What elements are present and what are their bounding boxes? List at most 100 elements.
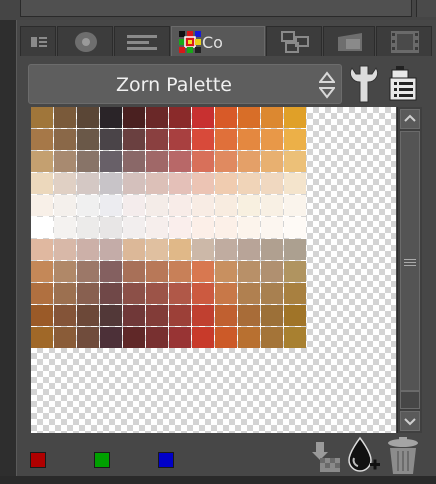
color-swatch[interactable]: [169, 173, 191, 194]
tab-tool-settings[interactable]: [57, 26, 113, 56]
color-swatch[interactable]: [31, 129, 53, 150]
color-swatch[interactable]: [100, 173, 122, 194]
tab-timeline[interactable]: [376, 26, 432, 56]
color-swatch[interactable]: [146, 327, 168, 348]
color-swatch[interactable]: [284, 239, 306, 260]
color-swatch[interactable]: [192, 129, 214, 150]
color-swatch[interactable]: [261, 151, 283, 172]
color-swatch[interactable]: [100, 195, 122, 216]
tab-material[interactable]: [323, 26, 375, 56]
color-swatch[interactable]: [54, 151, 76, 172]
color-swatch[interactable]: [192, 283, 214, 304]
color-swatch[interactable]: [77, 261, 99, 282]
color-swatch[interactable]: [123, 129, 145, 150]
color-swatch[interactable]: [31, 239, 53, 260]
color-swatch[interactable]: [261, 173, 283, 194]
color-swatch[interactable]: [31, 151, 53, 172]
color-swatch[interactable]: [123, 107, 145, 128]
tab-layer-property[interactable]: [20, 26, 56, 56]
color-swatch[interactable]: [77, 327, 99, 348]
color-swatch[interactable]: [169, 239, 191, 260]
color-swatch[interactable]: [123, 261, 145, 282]
color-swatch[interactable]: [284, 173, 306, 194]
color-swatch[interactable]: [261, 261, 283, 282]
color-swatch[interactable]: [54, 261, 76, 282]
color-swatch[interactable]: [169, 305, 191, 326]
color-swatch[interactable]: [123, 217, 145, 238]
blue-chip[interactable]: [158, 452, 174, 468]
color-swatch[interactable]: [77, 151, 99, 172]
color-swatch[interactable]: [123, 327, 145, 348]
color-swatch[interactable]: [192, 107, 214, 128]
color-swatch[interactable]: [238, 261, 260, 282]
green-chip[interactable]: [94, 452, 110, 468]
color-swatch[interactable]: [261, 129, 283, 150]
scroll-up-button[interactable]: [400, 109, 420, 129]
color-swatch[interactable]: [123, 305, 145, 326]
color-swatch[interactable]: [284, 305, 306, 326]
color-swatch[interactable]: [54, 107, 76, 128]
color-swatch[interactable]: [123, 173, 145, 194]
color-swatch[interactable]: [146, 195, 168, 216]
color-swatch[interactable]: [192, 173, 214, 194]
color-swatch[interactable]: [215, 239, 237, 260]
color-swatch[interactable]: [169, 129, 191, 150]
color-swatch[interactable]: [54, 327, 76, 348]
color-swatch[interactable]: [238, 305, 260, 326]
color-swatch[interactable]: [146, 217, 168, 238]
color-swatch[interactable]: [284, 151, 306, 172]
color-swatch[interactable]: [192, 261, 214, 282]
color-swatch[interactable]: [54, 305, 76, 326]
add-drop-color-icon[interactable]: [346, 436, 382, 476]
color-swatch[interactable]: [238, 217, 260, 238]
tab-layer[interactable]: [266, 26, 322, 56]
color-swatch[interactable]: [215, 129, 237, 150]
color-swatch[interactable]: [31, 217, 53, 238]
tab-navigator[interactable]: [114, 26, 170, 56]
color-swatch[interactable]: [169, 261, 191, 282]
color-swatch[interactable]: [238, 151, 260, 172]
color-swatch[interactable]: [169, 107, 191, 128]
color-swatch[interactable]: [54, 173, 76, 194]
color-swatch[interactable]: [31, 261, 53, 282]
color-swatch[interactable]: [146, 173, 168, 194]
color-swatch[interactable]: [261, 327, 283, 348]
scroll-thumb[interactable]: [400, 131, 420, 391]
color-swatch[interactable]: [77, 217, 99, 238]
trash-icon[interactable]: [386, 436, 420, 476]
color-swatch[interactable]: [215, 327, 237, 348]
color-swatch[interactable]: [54, 239, 76, 260]
color-swatch[interactable]: [215, 217, 237, 238]
color-swatch[interactable]: [261, 195, 283, 216]
color-swatch[interactable]: [54, 195, 76, 216]
color-swatch[interactable]: [146, 305, 168, 326]
color-swatch[interactable]: [100, 327, 122, 348]
color-swatch[interactable]: [77, 173, 99, 194]
color-swatch[interactable]: [123, 195, 145, 216]
color-swatch[interactable]: [100, 305, 122, 326]
color-swatch[interactable]: [31, 107, 53, 128]
color-swatch[interactable]: [192, 327, 214, 348]
color-swatch[interactable]: [146, 151, 168, 172]
color-swatch[interactable]: [100, 283, 122, 304]
color-swatch[interactable]: [238, 173, 260, 194]
color-swatch[interactable]: [192, 151, 214, 172]
color-swatch[interactable]: [100, 239, 122, 260]
color-swatch[interactable]: [31, 305, 53, 326]
color-swatch[interactable]: [215, 283, 237, 304]
color-swatch[interactable]: [284, 129, 306, 150]
color-swatch[interactable]: [77, 283, 99, 304]
color-swatch[interactable]: [238, 129, 260, 150]
palette-selector[interactable]: Zorn Palette: [28, 64, 342, 104]
color-swatch[interactable]: [169, 217, 191, 238]
color-swatch[interactable]: [54, 217, 76, 238]
color-swatch[interactable]: [238, 327, 260, 348]
add-color-to-set-icon[interactable]: [306, 438, 342, 474]
color-swatch[interactable]: [123, 239, 145, 260]
color-swatch[interactable]: [77, 107, 99, 128]
color-swatch[interactable]: [238, 107, 260, 128]
color-swatch[interactable]: [31, 173, 53, 194]
scroll-down-button[interactable]: [400, 411, 420, 431]
color-swatch[interactable]: [261, 239, 283, 260]
color-swatch[interactable]: [215, 195, 237, 216]
